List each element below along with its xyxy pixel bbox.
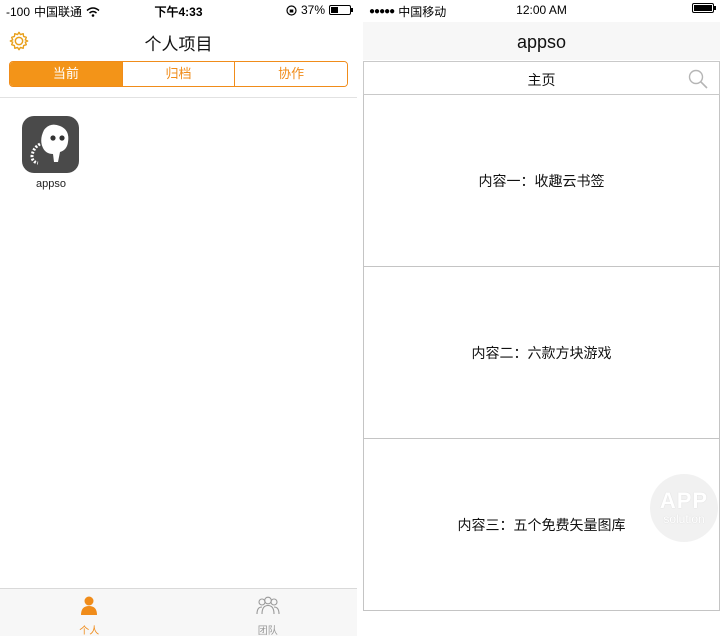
segment-collaboration[interactable]: 协作 xyxy=(235,62,347,86)
tab-personal[interactable]: 个人 xyxy=(0,589,179,636)
status-time: 12:00 AM xyxy=(516,3,567,17)
app-name: appso xyxy=(36,178,66,190)
tab-team-label: 团队 xyxy=(257,626,278,636)
nav-home-label: 主页 xyxy=(527,72,556,88)
left-screen: -100 中国联通 下午4:33 37% 个人项目 当前 归档 协作 appso… xyxy=(0,0,357,636)
battery-icon xyxy=(692,3,716,13)
status-right: 37% xyxy=(286,3,353,17)
divider xyxy=(0,97,357,98)
robot-logo-icon xyxy=(30,124,69,165)
battery-fill xyxy=(331,7,338,13)
tab-team[interactable]: 团队 xyxy=(179,589,358,636)
tab-personal-label: 个人 xyxy=(79,626,100,636)
right-screen: ●●●●● 中国移动 12:00 AM appso 主页 内容一：收趣云书签 内… xyxy=(363,0,720,636)
battery-icon xyxy=(329,5,353,15)
project-tile[interactable]: appso xyxy=(22,116,80,190)
status-bar: ●●●●● 中国移动 12:00 AM xyxy=(363,0,720,20)
content-row-2-text: 内容二：六款方块游戏 xyxy=(471,344,612,361)
content-row-2[interactable]: 内容二：六款方块游戏 xyxy=(363,267,720,439)
header: 个人项目 xyxy=(0,24,357,58)
page-title: appso xyxy=(516,32,567,52)
app-icon[interactable] xyxy=(22,116,79,173)
header: appso xyxy=(363,22,720,60)
segment-current[interactable]: 当前 xyxy=(10,62,123,86)
tab-bar: 个人 团队 xyxy=(0,588,357,636)
app-solution-watermark: APP solution xyxy=(650,474,718,542)
segmented-control: 当前 归档 协作 xyxy=(9,61,348,87)
battery-fill xyxy=(694,5,712,11)
search-icon[interactable] xyxy=(687,68,709,90)
battery-percent: 37% xyxy=(300,3,325,17)
person-icon xyxy=(81,596,98,615)
watermark-line1: APP xyxy=(659,488,709,513)
content-row-1[interactable]: 内容一：收趣云书签 xyxy=(363,95,720,267)
content-row-1-text: 内容一：收趣云书签 xyxy=(478,172,605,189)
watermark-line2: solution xyxy=(663,512,705,526)
content-row-3-text: 内容三：五个免费矢量图库 xyxy=(457,516,626,533)
status-right xyxy=(692,3,716,13)
segment-archived[interactable]: 归档 xyxy=(122,62,236,86)
rotation-lock-icon xyxy=(286,4,297,16)
nav-bar: 主页 xyxy=(363,61,720,95)
status-bar: -100 中国联通 下午4:33 37% xyxy=(0,0,357,20)
page-title: 个人项目 xyxy=(144,35,213,54)
team-icon xyxy=(256,596,280,615)
